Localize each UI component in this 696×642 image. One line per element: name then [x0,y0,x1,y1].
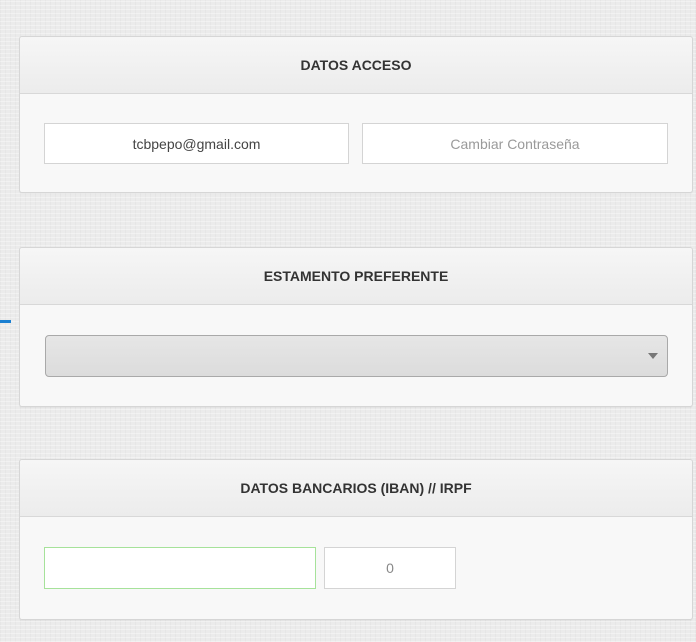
chevron-down-icon [648,353,658,359]
irpf-input[interactable]: 0 [324,547,456,589]
estamento-panel: ESTAMENTO PREFERENTE [19,247,693,407]
iban-input[interactable] [44,547,316,589]
access-panel-title: DATOS ACCESO [20,37,692,94]
email-field[interactable]: tcbpepo@gmail.com [44,123,349,164]
estamento-select[interactable] [45,335,668,377]
change-password-button[interactable]: Cambiar Contraseña [362,123,668,164]
bank-panel: DATOS BANCARIOS (IBAN) // IRPF 0 [19,459,693,620]
bank-panel-title: DATOS BANCARIOS (IBAN) // IRPF [20,460,692,517]
estamento-panel-title: ESTAMENTO PREFERENTE [20,248,692,305]
access-panel: DATOS ACCESO tcbpepo@gmail.com Cambiar C… [19,36,693,193]
focus-marker [0,320,11,323]
